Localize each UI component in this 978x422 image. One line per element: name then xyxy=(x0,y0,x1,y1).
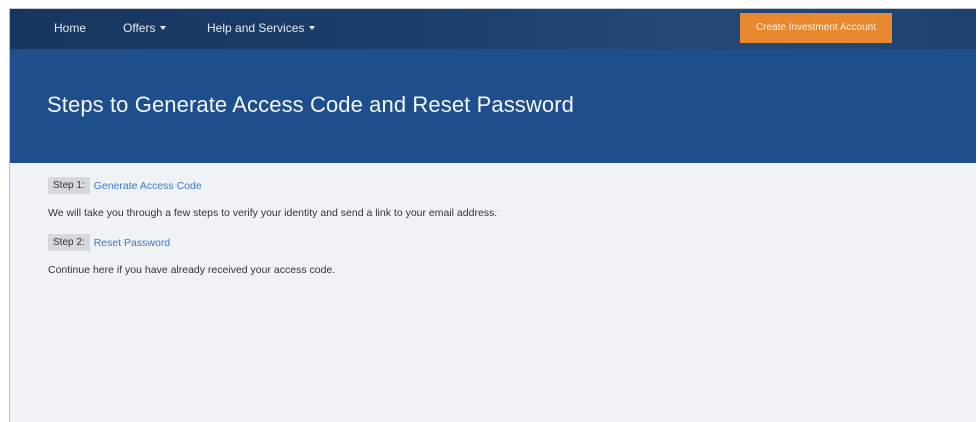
chevron-down-icon xyxy=(309,25,316,30)
chevron-down-icon xyxy=(160,25,167,30)
step-1-description: We will take you through a few steps to … xyxy=(48,207,498,219)
step-2-description: Continue here if you have already receiv… xyxy=(48,264,336,276)
create-investment-account-button[interactable]: Create Investment Account xyxy=(740,13,892,43)
nav-help-menu[interactable]: Help and Services xyxy=(207,21,316,35)
step-2-badge: Step 2: xyxy=(48,234,90,252)
reset-password-link[interactable]: Reset Password xyxy=(94,237,170,249)
nav-offers-label: Offers xyxy=(123,21,156,35)
step-1-badge: Step 1: xyxy=(48,177,90,195)
step-1-row: Step 1: Generate Access Code xyxy=(48,177,202,195)
step-2-row: Step 2: Reset Password xyxy=(48,234,170,252)
nav-help-label: Help and Services xyxy=(207,21,305,35)
generate-access-code-link[interactable]: Generate Access Code xyxy=(94,180,202,192)
nav-offers-menu[interactable]: Offers xyxy=(123,21,167,35)
page-frame: Home Offers Help and Services Create Inv… xyxy=(9,8,976,422)
nav-home-link[interactable]: Home xyxy=(54,21,86,35)
top-navigation-bar: Home Offers Help and Services Create Inv… xyxy=(10,9,976,49)
page-title: Steps to Generate Access Code and Reset … xyxy=(47,92,574,117)
hero-banner: Steps to Generate Access Code and Reset … xyxy=(10,49,976,163)
nav-home-label: Home xyxy=(54,21,87,35)
